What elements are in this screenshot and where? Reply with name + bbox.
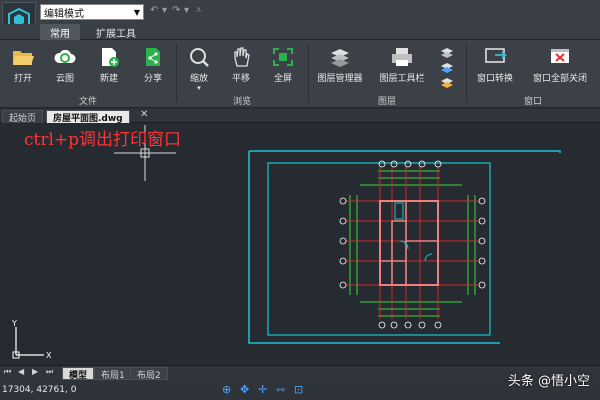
- floor-plan: [339, 160, 486, 329]
- close-all-windows-button[interactable]: 窗口全部关闭: [524, 46, 596, 84]
- window-group-label: 窗口: [523, 97, 542, 107]
- layer-toolbar-button[interactable]: 图层工具栏: [374, 46, 430, 84]
- close-window-icon: [551, 49, 569, 63]
- tab-common[interactable]: 常用: [40, 24, 80, 40]
- ribbon-tabs: 常用 扩展工具: [0, 24, 600, 40]
- fit-window-icon[interactable]: ⊡: [294, 383, 303, 396]
- group-divider: [308, 44, 309, 102]
- zoom-label: 缩放: [189, 74, 208, 84]
- layer-stack-icon: [441, 48, 453, 88]
- svg-text:X: X: [46, 351, 52, 360]
- view-group-label: 浏览: [232, 97, 251, 107]
- layout-tab-layout1[interactable]: 布局1: [94, 367, 132, 381]
- ucs-axis-icon: Y X: [11, 319, 52, 360]
- mode-select[interactable]: 编辑模式 ▼: [40, 4, 144, 20]
- file-group-label: 文件: [78, 97, 97, 107]
- drawing-canvas[interactable]: Y X: [0, 123, 600, 365]
- share-label: 分享: [143, 74, 162, 84]
- hand-icon: [234, 47, 250, 67]
- open-button[interactable]: 打开: [4, 46, 42, 84]
- cloud-drawing-label: 云图: [55, 74, 74, 84]
- open-label: 打开: [13, 74, 32, 84]
- fullscreen-label: 全屏: [273, 74, 292, 84]
- new-file-icon: [102, 48, 119, 67]
- printer-layer-icon: [392, 48, 412, 66]
- layer-group-label: 图层: [377, 97, 396, 107]
- close-all-windows-label: 窗口全部关闭: [532, 74, 587, 84]
- layer-manager-button[interactable]: 图层管理器: [312, 46, 368, 84]
- layer-manager-label: 图层管理器: [317, 74, 363, 84]
- title-bar: 编辑模式 ▼ ↶ ▾ ↷ ▾ ⩡: [0, 0, 600, 38]
- prev-layout-icon[interactable]: ◀: [18, 367, 24, 376]
- group-divider: [176, 44, 177, 102]
- share-icon: [146, 48, 160, 66]
- mode-select-value: 编辑模式: [44, 8, 84, 20]
- print-shortcut-annotation: ctrl+p调出打印窗口: [24, 130, 182, 150]
- next-layout-icon[interactable]: ▶: [32, 367, 38, 376]
- tab-extension-tools[interactable]: 扩展工具: [86, 24, 146, 40]
- layer-state-icon[interactable]: [440, 46, 456, 93]
- window-switch-icon: [485, 48, 507, 63]
- split-view-icon[interactable]: ⇿: [276, 383, 285, 396]
- group-divider: [466, 44, 467, 102]
- ribbon: 打开 云图 新建 分享 文件 缩放 ▾ 平移 全屏 浏览 图层管理器 图层工具栏…: [0, 40, 600, 108]
- folder-open-icon: [13, 51, 34, 65]
- pan-label: 平移: [231, 74, 250, 84]
- svg-text:Y: Y: [11, 319, 17, 328]
- layout-tab-layout2[interactable]: 布局2: [130, 367, 168, 381]
- layout-tab-model[interactable]: 模型: [62, 367, 95, 381]
- zoom-icon: [190, 48, 209, 67]
- crosshair-tool-icon[interactable]: ✛: [258, 383, 267, 396]
- window-switch-button[interactable]: 窗口转换: [470, 46, 520, 84]
- coordinates-readout: 17304, 42761, 0: [2, 385, 77, 395]
- zoom-button[interactable]: 缩放 ▾: [180, 46, 218, 92]
- pan-button[interactable]: 平移: [222, 46, 260, 84]
- watermark: 头条 @悟小空: [507, 374, 590, 389]
- doc-tab-start[interactable]: 起始页: [2, 110, 44, 124]
- fullscreen-icon: [273, 48, 293, 66]
- new-button[interactable]: 新建: [90, 46, 128, 84]
- undo-icon[interactable]: ↶: [150, 5, 158, 16]
- customize-quick-access-icon[interactable]: ⩡: [196, 5, 202, 16]
- chevron-down-icon: ▾: [197, 84, 201, 92]
- chevron-down-icon[interactable]: ▾: [162, 5, 167, 16]
- new-label: 新建: [99, 74, 118, 84]
- fullscreen-button[interactable]: 全屏: [264, 46, 302, 84]
- drawing-frame: [248, 150, 561, 344]
- cloud-sync-icon: [54, 49, 76, 63]
- first-layout-icon[interactable]: ⏮: [4, 367, 11, 377]
- pan-tool-icon[interactable]: ✥: [240, 383, 249, 396]
- chevron-down-icon[interactable]: ▾: [184, 5, 189, 16]
- layers-icon: [331, 49, 349, 67]
- window-switch-label: 窗口转换: [476, 74, 513, 84]
- drawing-svg: Y X: [11, 125, 561, 360]
- close-tab-icon[interactable]: ✕: [140, 109, 148, 120]
- zoom-extents-icon[interactable]: ⊕: [222, 383, 231, 396]
- layer-toolbar-label: 图层工具栏: [379, 74, 425, 84]
- share-button[interactable]: 分享: [134, 46, 172, 84]
- chevron-down-icon: ▼: [133, 7, 140, 17]
- document-tabs: 起始页 房屋平面图.dwg ✕: [0, 109, 600, 124]
- last-layout-icon[interactable]: ⏭: [46, 367, 53, 377]
- doc-tab-floor-plan[interactable]: 房屋平面图.dwg: [46, 110, 130, 124]
- redo-icon[interactable]: ↷: [172, 5, 180, 16]
- cloud-drawing-button[interactable]: 云图: [46, 46, 84, 84]
